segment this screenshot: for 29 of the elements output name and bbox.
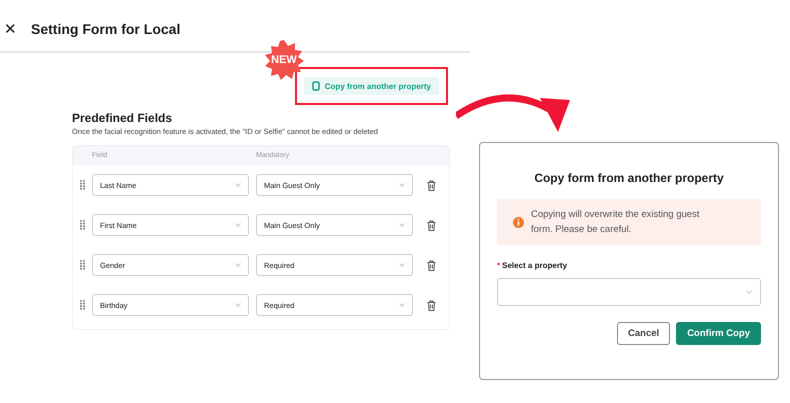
confirm-button[interactable]: Confirm Copy [676, 322, 761, 346]
drag-handle-icon[interactable] [80, 180, 85, 190]
close-icon[interactable]: ✕ [4, 20, 17, 38]
trash-icon[interactable] [427, 220, 436, 230]
info-icon [513, 216, 524, 228]
chevron-icon [235, 303, 241, 307]
chevron-icon [399, 183, 405, 187]
drag-handle-icon[interactable] [80, 220, 85, 230]
chevron-icon [235, 183, 241, 187]
required-mark: * [497, 261, 500, 270]
chevron-icon [399, 223, 405, 227]
drag-handle-icon[interactable] [80, 300, 85, 310]
chevron-icon [235, 223, 241, 227]
dialog-title: Copy form from another property [533, 171, 725, 185]
trash-icon[interactable] [427, 300, 436, 310]
drag-handle-icon[interactable] [80, 260, 85, 270]
section-title: Predefined Fields [72, 111, 174, 125]
cancel-button[interactable]: Cancel [617, 322, 670, 346]
copy-icon [312, 81, 320, 91]
warning-text: Copying will overwrite the existing guest form. Please be careful. [531, 208, 700, 238]
page-title: Setting Form for Local [31, 20, 180, 36]
trash-icon[interactable] [427, 260, 436, 270]
chevron-icon [235, 263, 241, 267]
chevron-icon [746, 290, 752, 294]
field-label: Select a property [502, 261, 568, 270]
trash-icon[interactable] [427, 180, 436, 190]
chevron-icon [399, 263, 405, 267]
chevron-icon [399, 303, 405, 307]
new-badge: NEW [264, 40, 304, 80]
